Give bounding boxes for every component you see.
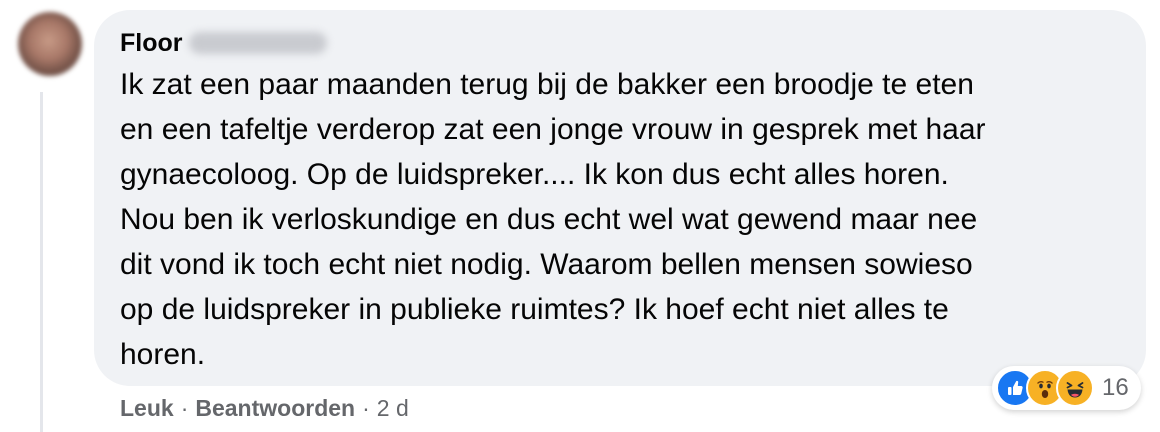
author-name[interactable]: Floor: [120, 29, 183, 58]
separator-dot: ·: [362, 394, 370, 421]
author-surname-redacted: [188, 32, 327, 54]
comment-actions: Leuk · Beantwoorden · 2 d: [120, 392, 409, 424]
like-action[interactable]: Leuk: [120, 395, 174, 422]
reactions-summary[interactable]: 16: [992, 366, 1141, 410]
reaction-count: 16: [1102, 374, 1129, 401]
comment-timestamp[interactable]: 2 d: [377, 395, 409, 422]
haha-icon: [1056, 369, 1094, 407]
thread-line: [40, 92, 43, 432]
comment-author: Floor: [120, 26, 327, 60]
separator-dot: ·: [180, 394, 189, 421]
avatar[interactable]: [18, 12, 82, 76]
reply-action[interactable]: Beantwoorden: [195, 395, 355, 422]
comment-text: Ik zat een paar maanden terug bij de bak…: [120, 68, 986, 371]
